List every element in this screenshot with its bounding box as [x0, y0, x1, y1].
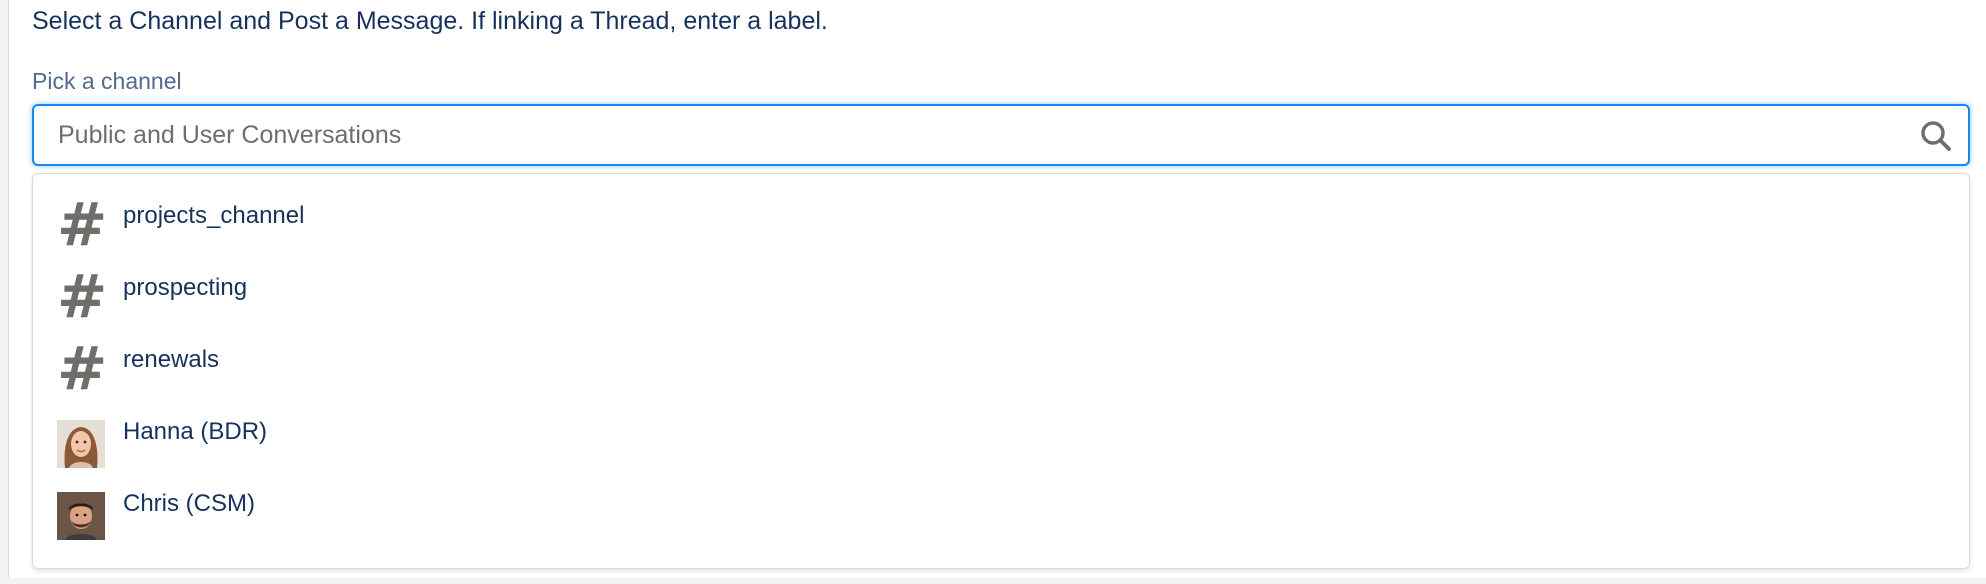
hash-icon: #	[57, 334, 108, 404]
option-label: Chris (CSM)	[123, 490, 255, 517]
avatar	[57, 492, 105, 540]
user-option-chris[interactable]: Chris (CSM)	[33, 477, 1969, 549]
option-label: Hanna (BDR)	[123, 418, 268, 445]
option-label: projects_channel	[123, 202, 305, 229]
search-icon[interactable]	[1918, 118, 1954, 154]
hash-icon: #	[57, 262, 108, 332]
instructions-text: Select a Channel and Post a Message. If …	[32, 7, 828, 35]
channel-field-label: Pick a channel	[32, 68, 182, 94]
hash-icon: #	[57, 190, 108, 260]
channel-option-partial[interactable]: #	[33, 174, 1969, 186]
option-label: renewals	[123, 346, 220, 373]
hash-icon: #	[57, 174, 107, 186]
channel-option-prospecting[interactable]: # prospecting	[33, 261, 1969, 333]
channel-picker-panel: Select a Channel and Post a Message. If …	[0, 0, 1986, 584]
channel-option-renewals[interactable]: # renewals	[33, 333, 1969, 405]
channel-option-projects-channel[interactable]: # projects_channel	[33, 189, 1969, 261]
option-label: prospecting	[123, 274, 248, 301]
user-option-hanna[interactable]: Hanna (BDR)	[33, 405, 1969, 477]
left-divider	[0, 0, 9, 584]
bottom-divider	[0, 578, 1986, 584]
avatar	[57, 420, 105, 468]
channel-options-listbox: # # projects_channel # prospecting # ren…	[32, 173, 1970, 569]
channel-combobox[interactable]	[32, 104, 1970, 166]
channel-search-input[interactable]	[58, 116, 1898, 154]
